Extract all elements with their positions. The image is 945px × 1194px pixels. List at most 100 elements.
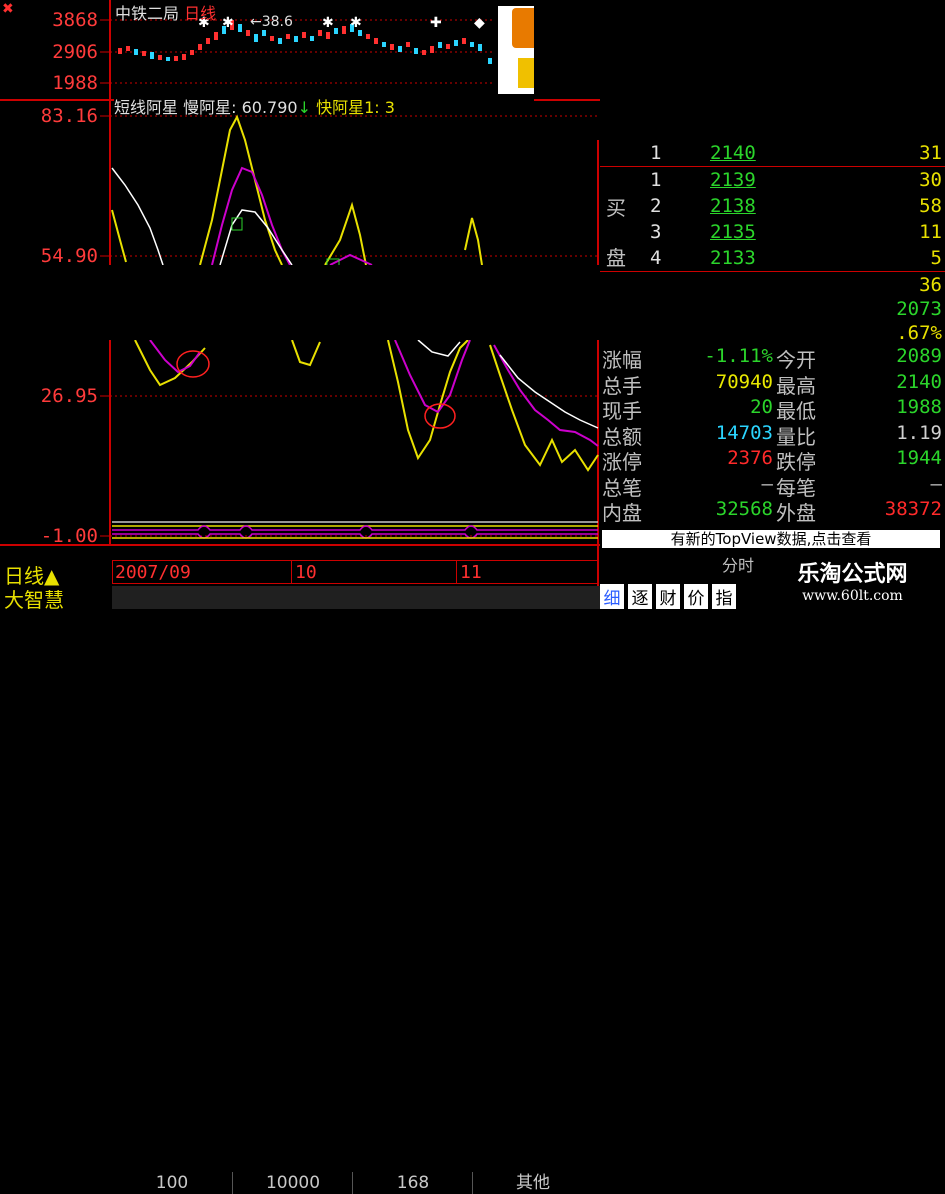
buy-volume: 58 <box>919 195 942 217</box>
stat-label: 外盘 <box>776 501 816 525</box>
stat-value: 20 <box>750 396 773 418</box>
watermark: 乐淘公式网 www.60lt.com <box>760 552 945 609</box>
tab-index[interactable]: 指 <box>712 584 736 609</box>
stat-value: 38372 <box>884 498 942 520</box>
date-divider <box>456 561 457 583</box>
topview-notice[interactable]: 有新的TopView数据,点击查看 <box>602 530 940 548</box>
extra-value-row: .67% <box>600 320 945 344</box>
svg-text:◆: ◆ <box>474 15 485 31</box>
svg-text:✱: ✱ <box>322 15 334 31</box>
buy-row[interactable]: 2 2138 58 <box>600 193 945 219</box>
buy-price: 2139 <box>710 169 756 191</box>
buy-level: 2 <box>650 195 662 217</box>
stock-title: 中铁二局 日线 <box>115 0 216 24</box>
buy-price: 2135 <box>710 221 756 243</box>
stat-value: — <box>930 472 942 495</box>
svg-text:✱: ✱ <box>222 15 234 31</box>
fast-label: 快阿星1: <box>316 98 380 117</box>
bottom-tabs: 100 10000 168 其他 <box>112 586 600 1194</box>
stats-row: 总手 70940 最高 2140 <box>600 370 945 398</box>
buy-row[interactable]: 3 2135 11 <box>600 219 945 245</box>
slow-label: 慢阿星: <box>183 98 237 117</box>
stats-panel: 涨幅 -1.11% 今开 2089 总手 70940 最高 2140 现手 20 最低 1988 总额 1… <box>600 344 945 525</box>
watermark-title: 乐淘公式网 <box>797 562 908 587</box>
date-divider <box>291 561 292 583</box>
stock-name: 中铁二局 <box>115 4 180 23</box>
extra-value-row: 36 <box>600 271 945 296</box>
svg-text:✚: ✚ <box>430 15 442 31</box>
sell-row[interactable]: 1 2140 31 <box>600 140 945 167</box>
tab-detail[interactable]: 细 <box>600 584 624 609</box>
ad-logo-icon-2 <box>518 58 534 88</box>
stats-row: 涨停 2376 跌停 1944 <box>600 446 945 474</box>
buy-level: 4 <box>650 247 662 269</box>
marker-value: 38.6 <box>261 14 293 30</box>
down-arrow-icon: ↓ <box>297 98 311 117</box>
sell-price: 2140 <box>710 142 756 164</box>
stat-value: 1988 <box>896 396 942 418</box>
tab-finance[interactable]: 财 <box>656 584 680 609</box>
indicator-axis-label: 54.90 <box>40 245 98 267</box>
buy-level: 1 <box>650 169 662 191</box>
date-label: 10 <box>295 562 317 583</box>
stats-row: 现手 20 最低 1988 <box>600 395 945 423</box>
buy-volume: 30 <box>919 169 942 191</box>
ad-thumbnail[interactable] <box>498 6 534 94</box>
slow-value: 60.790 <box>241 98 298 117</box>
period-bar: 日线▲ 2007/09 10 11 <box>0 560 600 588</box>
indicator-axis-label: 83.16 <box>40 105 98 127</box>
marker-arrow-icon: ← <box>250 14 262 30</box>
date-label: 2007/09 <box>115 562 191 583</box>
stat-value: 32568 <box>715 498 773 520</box>
extra-value: 36 <box>919 274 942 296</box>
svg-text:✱: ✱ <box>350 15 362 31</box>
buy-volume: 5 <box>930 247 942 269</box>
tab-10000[interactable]: 10000 <box>232 1172 353 1194</box>
watermark-url: www.60lt.com <box>802 588 903 604</box>
buy-level: 3 <box>650 221 662 243</box>
price-axis-label: 3868 <box>52 9 98 31</box>
buy-price: 2138 <box>710 195 756 217</box>
stats-row: 总额 14703 量比 1.19 <box>600 421 945 449</box>
indicator-axis-label: -1.00 <box>40 525 98 547</box>
order-book: 1 2140 31 买 盘 1 2139 30 2 2138 58 3 2135… <box>600 140 945 344</box>
stat-value: 2140 <box>896 370 942 393</box>
stat-value: 14703 <box>715 421 773 444</box>
stat-value: 1.19 <box>896 421 942 444</box>
extra-value-row: 2073 <box>600 296 945 320</box>
price-axis-label: 1988 <box>52 72 98 94</box>
stat-value: 1944 <box>896 447 942 469</box>
tab-other[interactable]: 其他 <box>472 1172 593 1194</box>
blank-band <box>0 265 600 340</box>
period-label[interactable]: 日线 <box>184 4 216 23</box>
stat-value: 70940 <box>715 370 773 393</box>
tab-168[interactable]: 168 <box>352 1172 473 1194</box>
stat-value: 2089 <box>896 345 942 367</box>
buy-volume: 11 <box>919 221 942 243</box>
stats-row: 内盘 32568 外盘 38372 <box>600 497 945 525</box>
stats-row: 涨幅 -1.11% 今开 2089 <box>600 344 945 372</box>
buy-row[interactable]: 1 2139 30 <box>600 167 945 193</box>
indicator-name: 短线阿星 <box>114 98 179 117</box>
sell-volume: 31 <box>919 142 942 164</box>
share-tab[interactable]: 分时 <box>722 552 754 576</box>
indicator-title: 短线阿星 慢阿星: 60.790↓ 快阿星1: 3 <box>114 94 534 117</box>
extra-value: 2073 <box>896 298 942 320</box>
stat-value: — <box>761 472 773 495</box>
tab-100[interactable]: 100 <box>112 1172 232 1194</box>
price-axis-label: 2906 <box>52 41 98 63</box>
ad-logo-icon <box>512 8 534 48</box>
stats-row: 总笔 — 每笔 — <box>600 472 945 500</box>
date-label: 11 <box>460 562 482 583</box>
price-marker: ←38.6 <box>250 14 293 30</box>
indicator-chart-lower <box>134 339 599 472</box>
indicator-chart <box>111 114 483 268</box>
date-axis: 2007/09 10 11 <box>112 560 598 584</box>
buy-row[interactable]: 4 2133 5 <box>600 245 945 271</box>
stat-value: -1.11% <box>704 345 773 367</box>
sell-level: 1 <box>650 142 662 164</box>
fast-value: 3 <box>384 98 395 117</box>
tab-tick[interactable]: 逐 <box>628 584 652 609</box>
tab-price[interactable]: 价 <box>684 584 708 609</box>
extra-value: .67% <box>896 322 942 344</box>
